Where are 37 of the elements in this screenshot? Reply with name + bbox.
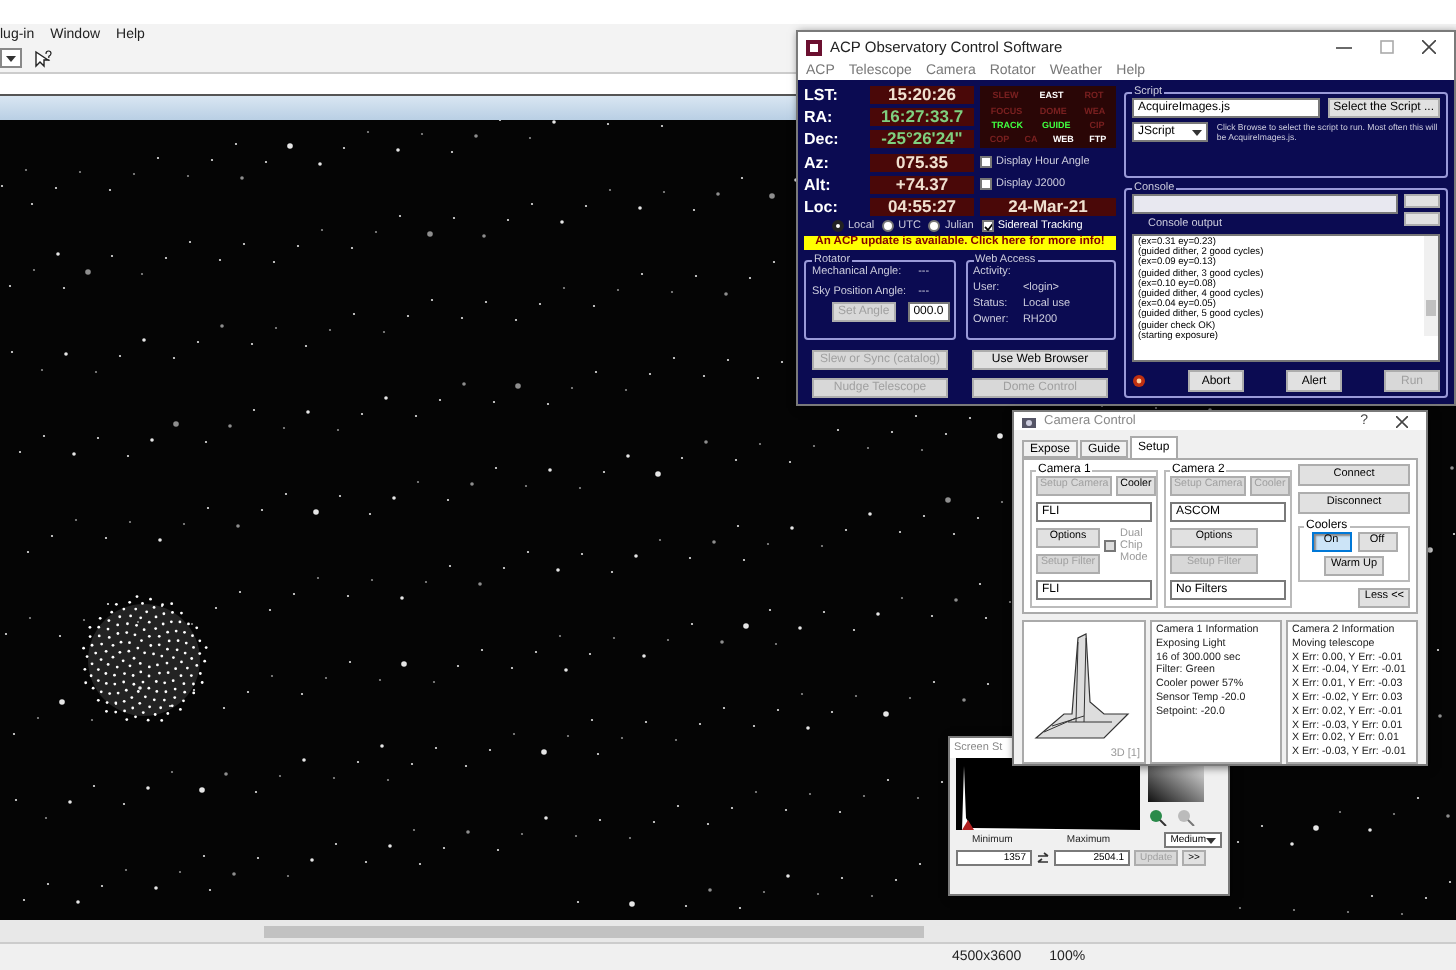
console-field[interactable]	[1132, 194, 1398, 215]
dropdown[interactable]	[0, 48, 22, 68]
date-value: 24-Mar-21	[980, 198, 1116, 216]
radio-button[interactable]	[928, 220, 941, 232]
swap-icon[interactable]	[1036, 851, 1050, 865]
readout-value: +74.37	[870, 175, 974, 194]
caret-icon	[1206, 837, 1216, 843]
close-icon[interactable]	[1396, 415, 1408, 428]
readout-value: -25°26'24"	[870, 130, 974, 149]
caret-icon	[6, 55, 16, 61]
readout-label: Az:	[804, 153, 831, 172]
readout-value: 15:20:26	[870, 86, 974, 105]
readout-label: Loc:	[804, 198, 840, 216]
small-button[interactable]	[1404, 194, 1440, 209]
readout-value: 04:55:27	[870, 198, 974, 216]
readout-label: LST:	[804, 86, 840, 105]
readout-value: 16:27:33.7	[870, 108, 974, 127]
readout-label: Alt:	[804, 175, 833, 194]
readout-value: 075.35	[870, 153, 974, 172]
help-pointer-icon[interactable]	[34, 49, 52, 67]
readout-label: RA:	[804, 108, 835, 127]
radio-button[interactable]	[882, 220, 895, 232]
checkbox[interactable]	[980, 156, 992, 169]
caret-icon	[1192, 129, 1203, 136]
zoom-out-icon[interactable]	[1176, 808, 1196, 826]
camera-icon	[1022, 414, 1036, 429]
checkbox[interactable]	[981, 220, 994, 232]
app-icon	[806, 39, 822, 56]
small-button[interactable]	[1404, 212, 1440, 227]
check-mark-icon	[983, 221, 992, 231]
zoom-in-icon[interactable]	[1148, 808, 1168, 826]
alarm-icon	[1132, 374, 1146, 388]
close-icon[interactable]	[1422, 40, 1436, 55]
checkbox[interactable]	[980, 178, 992, 191]
radio-button[interactable]	[832, 220, 844, 232]
vertical-scrollbar[interactable]	[1424, 236, 1438, 337]
readout-label: Dec:	[804, 130, 841, 149]
